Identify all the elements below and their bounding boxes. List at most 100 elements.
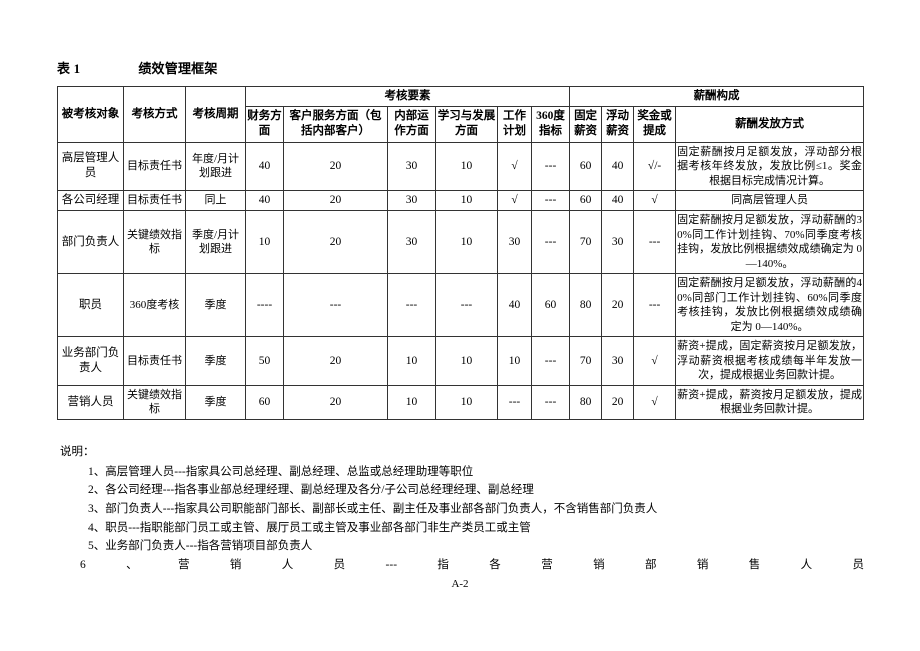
cell-pay-method: 同高层管理人员 — [675, 190, 865, 212]
cell-pay-method: 薪资+提成，固定薪资按月足额发放，浮动薪资根据考核成绩每半年发放一次，提成根据业… — [675, 336, 865, 386]
notes-title: 说明： — [60, 446, 95, 458]
table-header: 被考核对象 考核方式 考核周期 考核要素 薪酬构成 财务方面 客户服务方面（包括… — [57, 85, 865, 143]
cell-customer: 20 — [283, 141, 388, 192]
cell-internal: 10 — [387, 384, 436, 420]
header-group-salary-composition: 薪酬构成 — [569, 85, 865, 108]
notes-list: 1、高层管理人员---指家具公司总经理、副总经理、总监或总经理助理等职位 2、各公… — [60, 463, 866, 575]
header-object: 被考核对象 — [57, 86, 124, 143]
cell-method: 目标责任书 — [123, 141, 186, 192]
cell-object: 业务部门负责人 — [57, 336, 124, 386]
page-title: 绩效管理框架 — [138, 61, 218, 76]
cell-finance: 10 — [245, 210, 284, 275]
cell-finance: 40 — [245, 190, 284, 212]
table-caption: 表 1 绩效管理框架 — [57, 58, 218, 77]
cell-internal: 30 — [387, 210, 436, 275]
cell-work-plan: √ — [497, 190, 532, 212]
cell-internal: --- — [387, 273, 436, 338]
note-item: 2、各公司经理---指各事业部总经理经理、副总经理及各分/子公司总经理经理、副总… — [88, 484, 534, 497]
cell-customer: 20 — [283, 336, 388, 386]
cell-finance: 50 — [245, 336, 284, 386]
cell-float-salary: 40 — [601, 141, 635, 192]
header-work-plan: 工作计划 — [497, 106, 532, 143]
table-row: 高层管理人员 目标责任书 年度/月计划跟进 40 20 30 10 √ --- 60 40 √/- 固定… — [57, 141, 865, 192]
table-row: 职员 360度考核 季度 ---- --- --- --- 40 60 80 20 --- 固定薪酬按月… — [57, 273, 865, 338]
cell-object: 高层管理人员 — [57, 141, 124, 192]
header-360: 360度指标 — [530, 106, 571, 143]
cell-cycle: 季度 — [185, 336, 246, 386]
cell-method: 目标责任书 — [123, 336, 186, 386]
cell-float-salary: 20 — [601, 384, 635, 420]
cell-method: 关键绩效指标 — [123, 210, 186, 275]
document-page: 表 1 绩效管理框架 被考核对象 考核方式 考核周期 考核要素 薪酬构成 财务方面… — [0, 0, 920, 651]
header-customer: 客户服务方面（包括内部客户） — [283, 106, 388, 143]
table-label: 表 1 — [57, 61, 81, 76]
cell-work-plan: 40 — [497, 273, 532, 338]
cell-fixed-salary: 70 — [569, 210, 603, 275]
cell-finance: ---- — [245, 273, 284, 338]
cell-deg360: --- — [530, 141, 571, 192]
cell-customer: --- — [283, 273, 388, 338]
cell-work-plan: √ — [497, 141, 532, 192]
cell-learning: --- — [435, 273, 498, 338]
cell-learning: 10 — [435, 141, 498, 192]
cell-bonus: --- — [633, 210, 677, 275]
cell-deg360: --- — [530, 384, 571, 420]
performance-framework-table: 被考核对象 考核方式 考核周期 考核要素 薪酬构成 财务方面 客户服务方面（包括… — [57, 85, 865, 420]
cell-customer: 20 — [283, 190, 388, 212]
cell-fixed-salary: 70 — [569, 336, 603, 386]
cell-finance: 40 — [245, 141, 284, 192]
cell-object: 部门负责人 — [57, 210, 124, 275]
table-row: 业务部门负责人 目标责任书 季度 50 20 10 10 10 --- 70 30 √ 薪资+提成，固定… — [57, 336, 865, 386]
page-footer: A-2 — [451, 578, 469, 590]
cell-work-plan: 10 — [497, 336, 532, 386]
cell-pay-method: 薪资+提成，薪资按月足额发放，提成根据业务回款计提。 — [675, 384, 865, 420]
table-row: 各公司经理 目标责任书 同上 40 20 30 10 √ --- 60 40 √ 同高层管理人员 — [57, 190, 865, 212]
cell-cycle: 年度/月计划跟进 — [185, 141, 246, 192]
cell-cycle: 季度 — [185, 273, 246, 338]
note-item: 1、高层管理人员---指家具公司总经理、副总经理、总监或总经理助理等职位 — [88, 465, 474, 478]
notes-section: 说明： 1、高层管理人员---指家具公司总经理、副总经理、总监或总经理助理等职位… — [60, 443, 866, 574]
cell-cycle: 季度/月计划跟进 — [185, 210, 246, 275]
cell-fixed-salary: 60 — [569, 141, 603, 192]
table-row: 部门负责人 关键绩效指标 季度/月计划跟进 10 20 30 10 30 --- 70 30 --- 固… — [57, 210, 865, 275]
cell-learning: 10 — [435, 384, 498, 420]
header-finance: 财务方面 — [245, 106, 284, 143]
cell-object: 营销人员 — [57, 384, 124, 420]
cell-float-salary: 40 — [601, 190, 635, 212]
cell-customer: 20 — [283, 384, 388, 420]
cell-object: 各公司经理 — [57, 190, 124, 212]
cell-float-salary: 30 — [601, 210, 635, 275]
header-float-salary: 浮动薪资 — [601, 106, 635, 143]
header-pay-method: 薪酬发放方式 — [675, 106, 865, 143]
header-method: 考核方式 — [123, 86, 186, 143]
note-item: 5、业务部门负责人---指各营销项目部负责人 — [88, 540, 313, 553]
cell-deg360: 60 — [530, 273, 571, 338]
cell-fixed-salary: 60 — [569, 190, 603, 212]
note-item: 6、营销人员---指各营销部销售人员 — [80, 558, 864, 571]
cell-internal: 10 — [387, 336, 436, 386]
cell-bonus: √ — [633, 384, 677, 420]
header-internal: 内部运作方面 — [387, 106, 436, 143]
cell-learning: 10 — [435, 210, 498, 275]
cell-learning: 10 — [435, 336, 498, 386]
cell-internal: 30 — [387, 190, 436, 212]
cell-float-salary: 30 — [601, 336, 635, 386]
cell-cycle: 同上 — [185, 190, 246, 212]
cell-deg360: --- — [530, 210, 571, 275]
header-group-row: 被考核对象 考核方式 考核周期 考核要素 薪酬构成 — [57, 85, 865, 143]
cell-bonus: √/- — [633, 141, 677, 192]
cell-deg360: --- — [530, 336, 571, 386]
header-learning: 学习与发展方面 — [435, 106, 498, 143]
table-row: 营销人员 关键绩效指标 季度 60 20 10 10 --- --- 80 20 √ 薪资+提成，薪资按… — [57, 384, 865, 420]
cell-finance: 60 — [245, 384, 284, 420]
cell-bonus: --- — [633, 273, 677, 338]
cell-method: 360度考核 — [123, 273, 186, 338]
cell-work-plan: 30 — [497, 210, 532, 275]
table-body: 高层管理人员 目标责任书 年度/月计划跟进 40 20 30 10 √ --- 60 40 √/- 固定… — [57, 141, 865, 420]
cell-deg360: --- — [530, 190, 571, 212]
note-item: 3、部门负责人---指家具公司职能部门部长、副部长或主任、副主任及事业部各部门负… — [88, 502, 658, 515]
cell-learning: 10 — [435, 190, 498, 212]
cell-bonus: √ — [633, 336, 677, 386]
header-bonus: 奖金或提成 — [633, 106, 677, 143]
cell-float-salary: 20 — [601, 273, 635, 338]
